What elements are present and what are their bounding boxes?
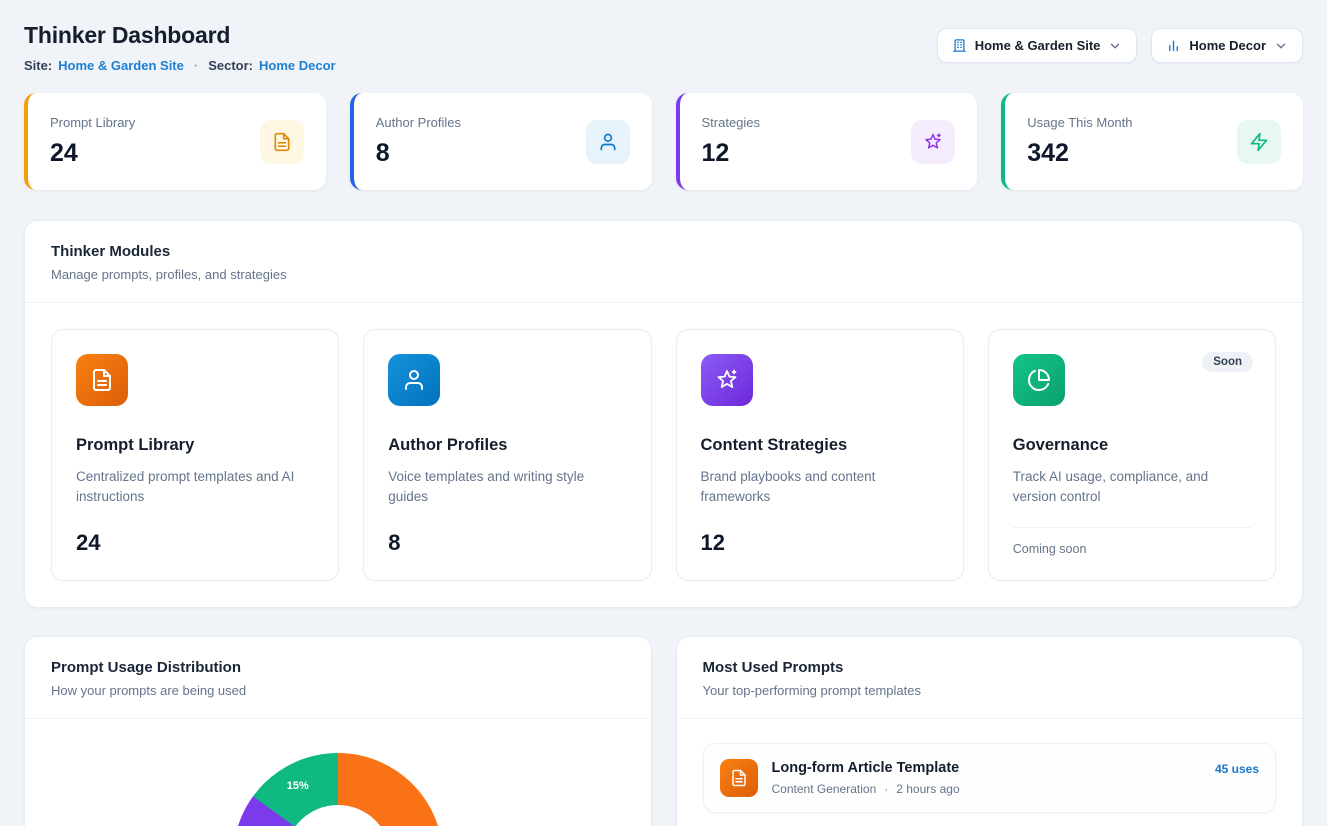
- header-actions: Home & Garden Site Home Decor: [937, 28, 1303, 63]
- module-description: Voice templates and writing style guides: [388, 467, 626, 508]
- module-card-governance[interactable]: Soon Governance Track AI usage, complian…: [988, 329, 1276, 581]
- file-text-icon: [720, 759, 758, 797]
- breadcrumb: Site: Home & Garden Site · Sector: Home …: [24, 58, 336, 73]
- stat-label: Prompt Library: [50, 115, 135, 130]
- section-subtitle: Manage prompts, profiles, and strategies: [51, 267, 1276, 282]
- prompt-category: Content Generation: [772, 782, 877, 796]
- site-link[interactable]: Home & Garden Site: [58, 58, 184, 73]
- meta-separator: ·: [884, 782, 888, 796]
- sector-link[interactable]: Home Decor: [259, 58, 336, 73]
- prompt-uses-badge: 45 uses: [1215, 762, 1259, 776]
- module-footer: Coming soon: [1013, 527, 1251, 556]
- prompt-meta: Content Generation · 2 hours ago: [772, 782, 1201, 796]
- module-description: Centralized prompt templates and AI inst…: [76, 467, 314, 508]
- user-icon: [586, 120, 630, 164]
- panel-title: Most Used Prompts: [703, 659, 1277, 676]
- sector-selector-dropdown[interactable]: Home Decor: [1151, 28, 1303, 63]
- module-card-content-strategies[interactable]: Content Strategies Brand playbooks and c…: [676, 329, 964, 581]
- module-description: Track AI usage, compliance, and version …: [1013, 467, 1251, 508]
- module-title: Content Strategies: [701, 436, 939, 455]
- module-count: 24: [76, 530, 314, 556]
- stat-label: Strategies: [702, 115, 761, 130]
- site-selector-label: Home & Garden Site: [975, 38, 1101, 53]
- modules-grid: Prompt Library Centralized prompt templa…: [25, 303, 1302, 607]
- panel-subtitle: How your prompts are being used: [51, 683, 625, 698]
- module-count: 8: [388, 530, 626, 556]
- module-card-prompt-library[interactable]: Prompt Library Centralized prompt templa…: [51, 329, 339, 581]
- module-title: Governance: [1013, 436, 1251, 455]
- prompts-list: Long-form Article Template Content Gener…: [677, 719, 1303, 826]
- most-used-prompts-panel: Most Used Prompts Your top-performing pr…: [676, 636, 1304, 826]
- prompts-panel-header: Most Used Prompts Your top-performing pr…: [677, 637, 1303, 719]
- sparkle-star-icon: [701, 354, 753, 406]
- usage-chart-area: 15%: [25, 719, 651, 826]
- user-icon: [388, 354, 440, 406]
- stat-value: 342: [1027, 139, 1132, 168]
- donut-hole: [285, 805, 391, 826]
- sector-selector-label: Home Decor: [1189, 38, 1266, 53]
- sparkle-star-icon: [911, 120, 955, 164]
- panel-title: Prompt Usage Distribution: [51, 659, 625, 676]
- chevron-down-icon: [1108, 39, 1122, 53]
- section-title: Thinker Modules: [51, 243, 1276, 260]
- prompt-time: 2 hours ago: [896, 782, 959, 796]
- prompt-title: Long-form Article Template: [772, 760, 1201, 776]
- stat-card-prompt-library: Prompt Library 24: [24, 93, 326, 190]
- dashboard-page: Thinker Dashboard Site: Home & Garden Si…: [0, 0, 1327, 826]
- panel-subtitle: Your top-performing prompt templates: [703, 683, 1277, 698]
- pie-chart-icon: [1013, 354, 1065, 406]
- module-description: Brand playbooks and content frameworks: [701, 467, 939, 508]
- module-title: Prompt Library: [76, 436, 314, 455]
- thinker-modules-section: Thinker Modules Manage prompts, profiles…: [24, 220, 1303, 608]
- module-card-author-profiles[interactable]: Author Profiles Voice templates and writ…: [363, 329, 651, 581]
- stat-label: Usage This Month: [1027, 115, 1132, 130]
- modules-header: Thinker Modules Manage prompts, profiles…: [25, 221, 1302, 303]
- stat-card-strategies: Strategies 12: [676, 93, 978, 190]
- donut-segment-label: 15%: [287, 780, 309, 792]
- stat-value: 24: [50, 139, 135, 168]
- module-count: 12: [701, 530, 939, 556]
- separator-dot: ·: [194, 58, 198, 73]
- bottom-row: Prompt Usage Distribution How your promp…: [24, 636, 1303, 826]
- header: Thinker Dashboard Site: Home & Garden Si…: [24, 22, 1303, 73]
- sector-label: Sector:: [208, 58, 253, 73]
- lightning-icon: [1237, 120, 1281, 164]
- bar-chart-icon: [1166, 38, 1181, 53]
- prompt-usage-panel: Prompt Usage Distribution How your promp…: [24, 636, 652, 826]
- site-selector-dropdown[interactable]: Home & Garden Site: [937, 28, 1138, 63]
- stats-row: Prompt Library 24 Author Profiles 8 Stra…: [24, 93, 1303, 190]
- header-left: Thinker Dashboard Site: Home & Garden Si…: [24, 22, 336, 73]
- stat-card-author-profiles: Author Profiles 8: [350, 93, 652, 190]
- stat-value: 12: [702, 139, 761, 168]
- module-title: Author Profiles: [388, 436, 626, 455]
- file-text-icon: [260, 120, 304, 164]
- stat-value: 8: [376, 139, 461, 168]
- chevron-down-icon: [1274, 39, 1288, 53]
- building-icon: [952, 38, 967, 53]
- soon-badge: Soon: [1202, 352, 1253, 372]
- usage-panel-header: Prompt Usage Distribution How your promp…: [25, 637, 651, 719]
- prompt-list-item[interactable]: Long-form Article Template Content Gener…: [703, 743, 1277, 813]
- file-text-icon: [76, 354, 128, 406]
- page-title: Thinker Dashboard: [24, 22, 336, 49]
- site-label: Site:: [24, 58, 52, 73]
- donut-chart: 15%: [233, 753, 443, 826]
- stat-card-usage: Usage This Month 342: [1001, 93, 1303, 190]
- stat-label: Author Profiles: [376, 115, 461, 130]
